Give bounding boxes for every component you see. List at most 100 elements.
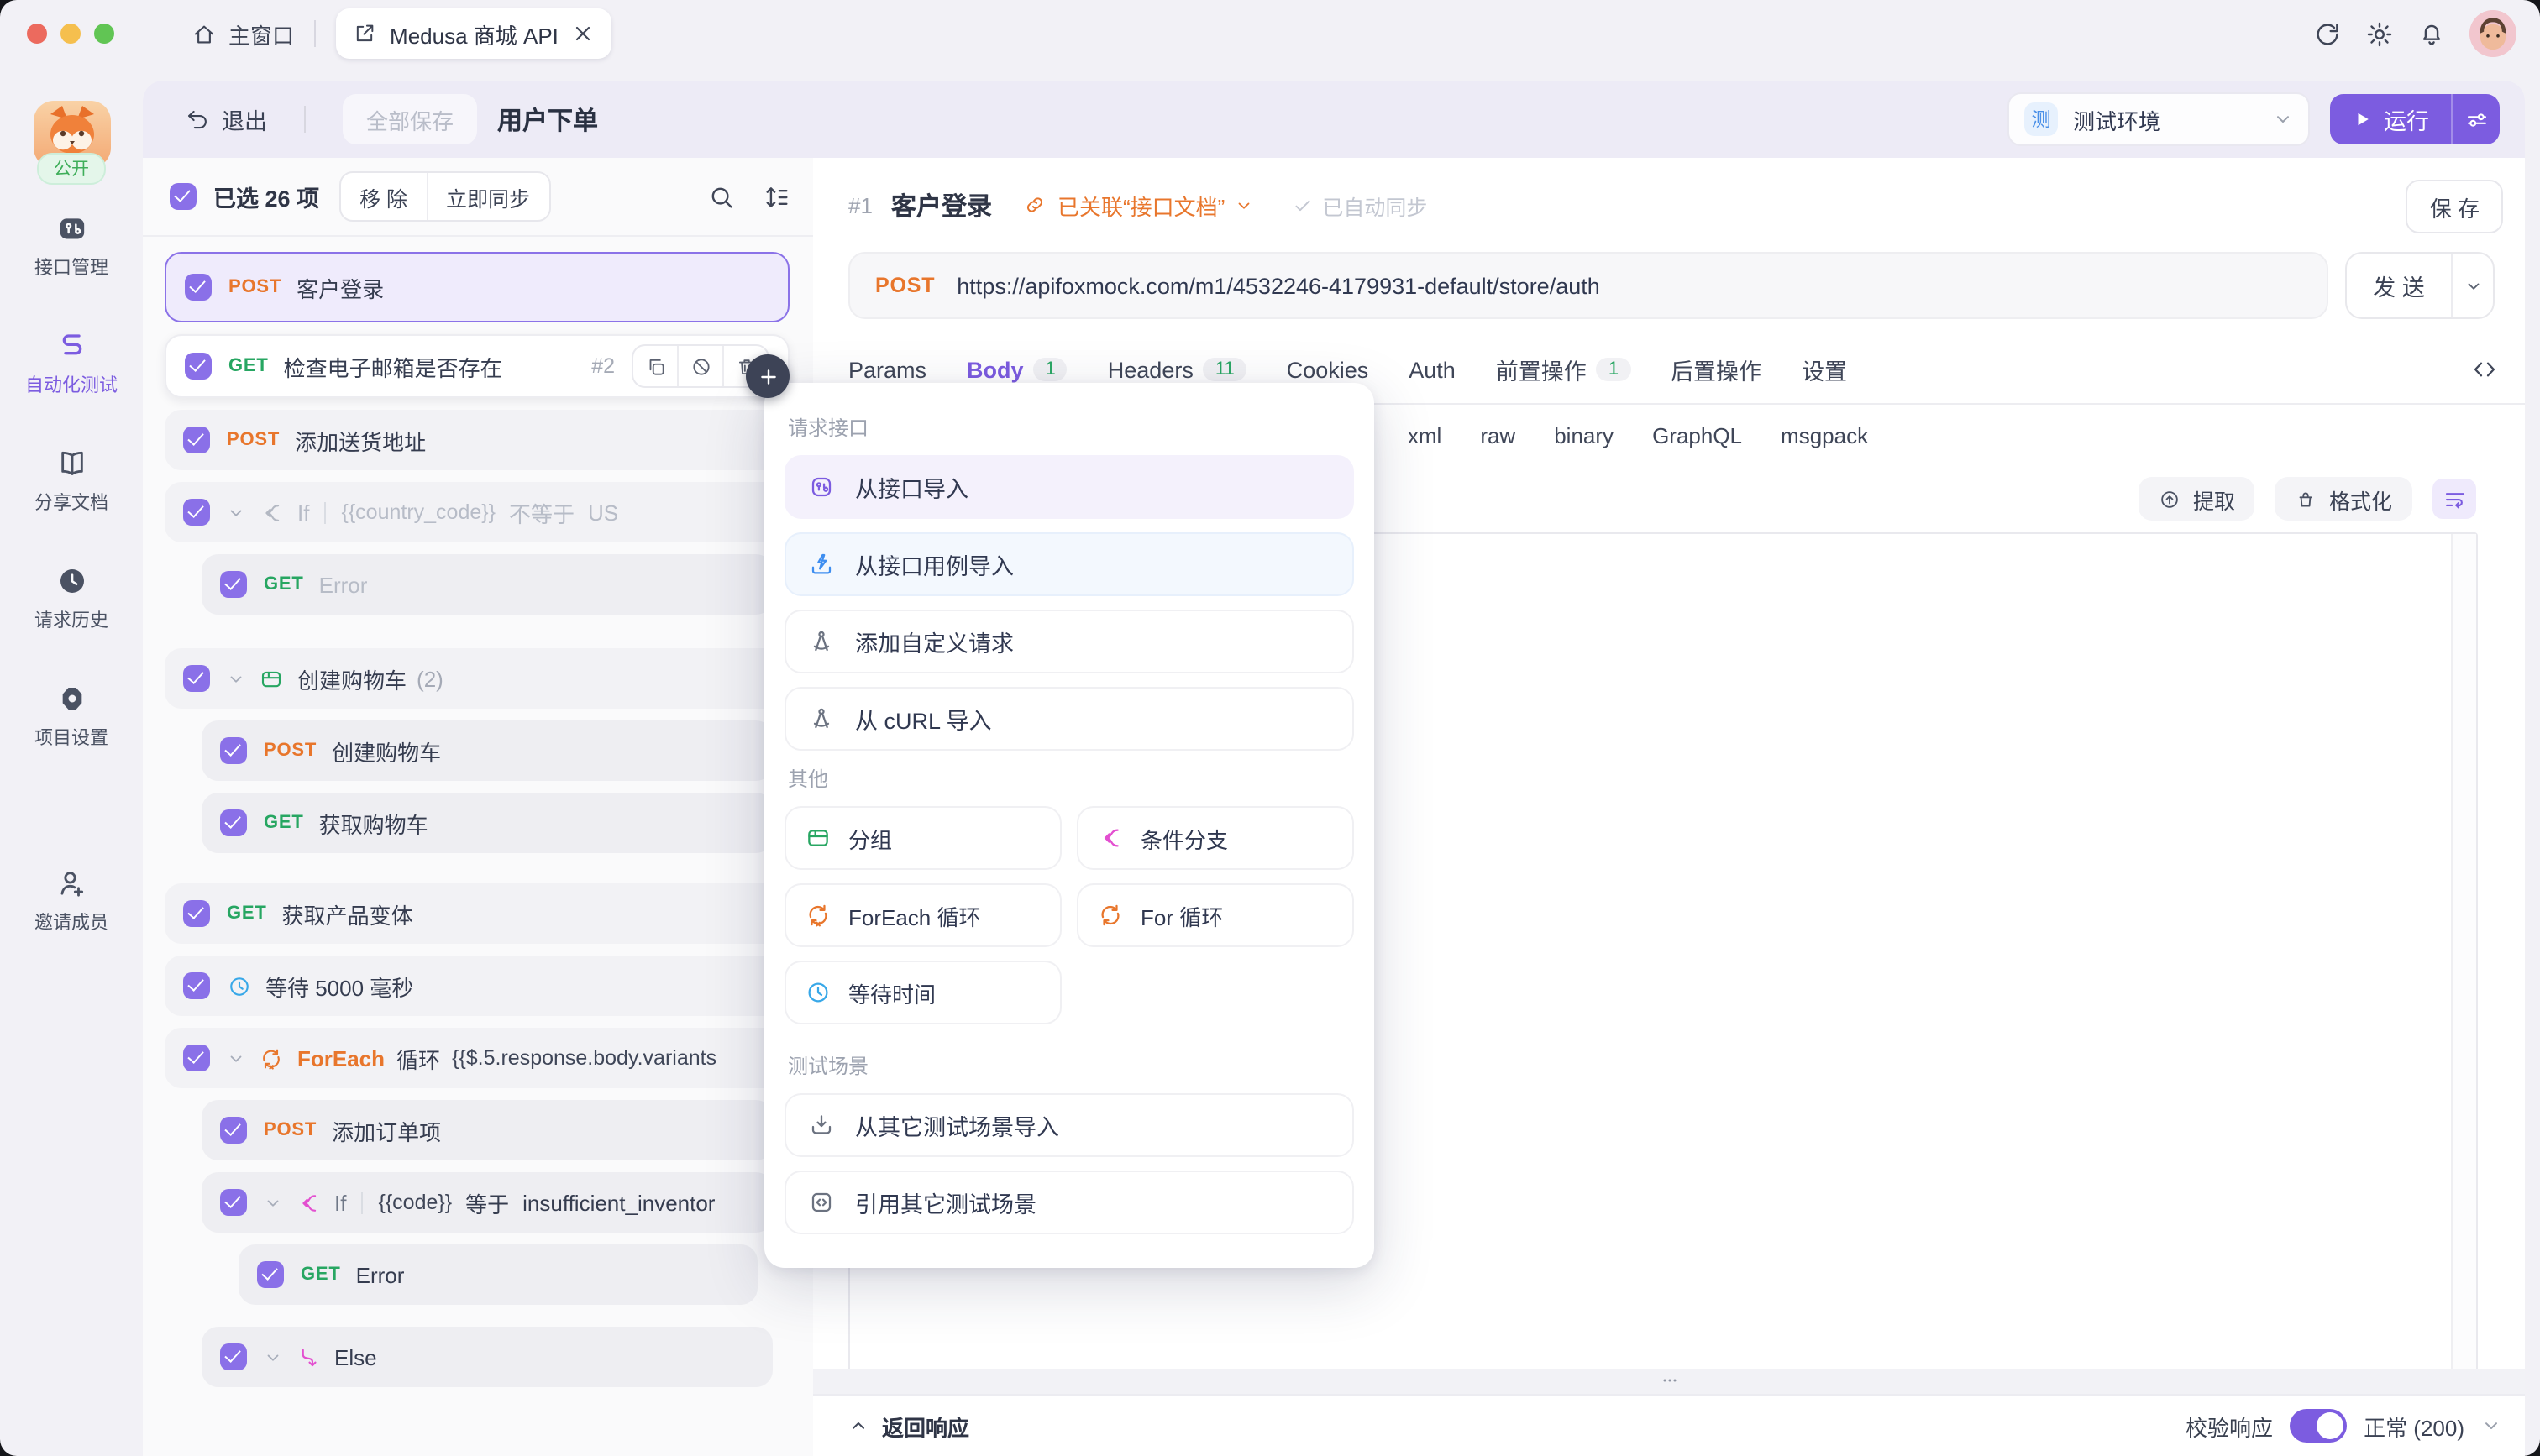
project-tab[interactable]: Medusa 商城 API [336, 8, 612, 59]
resize-handle-icon[interactable] [1656, 1370, 1682, 1391]
format-button[interactable]: 格式化 [2275, 477, 2412, 521]
step-checkbox[interactable] [185, 353, 212, 380]
select-all-checkbox[interactable] [170, 183, 197, 210]
step-checkbox[interactable] [220, 571, 247, 598]
step-checkbox[interactable] [257, 1261, 284, 1288]
step-checkbox[interactable] [183, 499, 210, 526]
menu-item-label: 引用其它测试场景 [855, 1186, 1036, 1219]
step-row[interactable]: GETError [202, 554, 773, 615]
sidebar-item-api-hub[interactable]: 接口管理 [34, 212, 108, 280]
step-row[interactable]: 等待 5000 毫秒 [165, 956, 790, 1016]
step-row[interactable]: Else [202, 1327, 773, 1387]
step-row[interactable]: POST客户登录 [165, 252, 790, 322]
step-checkbox[interactable] [183, 665, 210, 692]
step-row[interactable]: POST创建购物车 [202, 720, 773, 781]
menu-item[interactable]: 等待时间 [785, 961, 1062, 1024]
search-icon[interactable] [707, 182, 736, 211]
save-label: 保 存 [2430, 191, 2480, 223]
tab-cookies[interactable]: Cookies [1287, 357, 1369, 382]
menu-item[interactable]: 从接口用例导入 [785, 532, 1354, 596]
sync-now-button[interactable]: 立即同步 [426, 173, 548, 220]
step-row[interactable]: GETError [239, 1244, 758, 1305]
step-checkbox[interactable] [220, 1189, 247, 1216]
step-checkbox[interactable] [183, 1045, 210, 1071]
url-input[interactable]: POST https://apifoxmock.com/m1/4532246-4… [848, 252, 2328, 319]
body-type-raw[interactable]: raw [1480, 422, 1515, 448]
menu-item[interactable]: 引用其它测试场景 [785, 1171, 1354, 1234]
step-method: GET [301, 1265, 341, 1285]
sidebar-item-auto-test[interactable]: 自动化测试 [25, 329, 118, 398]
maximize-window-button[interactable] [94, 24, 114, 44]
bell-icon[interactable] [2417, 19, 2446, 48]
menu-item[interactable]: 分组 [785, 806, 1062, 870]
extract-button[interactable]: 提取 [2139, 477, 2255, 521]
menu-item-label: 等待时间 [848, 977, 936, 1008]
send-button[interactable]: 发 送 [2345, 252, 2495, 319]
step-checkbox[interactable] [183, 972, 210, 999]
step-checkbox[interactable] [220, 737, 247, 764]
step-row[interactable]: GET检查电子邮箱是否存在#2 [165, 334, 790, 398]
editor-scrollbar[interactable] [2451, 534, 2476, 1370]
linked-doc-dropdown[interactable]: 已关联“接口文档” [1024, 189, 1253, 221]
step-checkbox[interactable] [220, 1343, 247, 1370]
sync-icon[interactable] [2313, 19, 2342, 48]
menu-item[interactable]: 从 cURL 导入 [785, 687, 1354, 751]
step-row[interactable]: If{{country_code}}不等于US [165, 482, 790, 542]
menu-item[interactable]: For 循环 [1077, 883, 1354, 947]
tab-body[interactable]: Body1 [967, 357, 1068, 382]
body-type-xml[interactable]: xml [1408, 422, 1441, 448]
tab-设置[interactable]: 设置 [1802, 353, 1847, 386]
environment-select[interactable]: 测 测试环境 [2007, 92, 2310, 146]
step-row[interactable]: GET获取购物车 [202, 793, 773, 853]
step-row[interactable]: POST添加送货地址 [165, 410, 790, 470]
menu-item[interactable]: 添加自定义请求 [785, 610, 1354, 673]
run-button[interactable]: 运行 [2330, 94, 2500, 144]
close-window-button[interactable] [27, 24, 47, 44]
response-collapse[interactable]: 返回响应 [848, 1410, 969, 1442]
add-step-button[interactable] [746, 354, 790, 398]
body-type-graphql[interactable]: GraphQL [1652, 422, 1742, 448]
sidebar-item-invite-member[interactable]: 邀请成员 [34, 867, 108, 935]
save-button[interactable]: 保 存 [2406, 180, 2503, 233]
tab-后置操作[interactable]: 后置操作 [1671, 353, 1761, 386]
menu-item[interactable]: 从接口导入 [785, 455, 1354, 519]
save-all-button[interactable]: 全部保存 [343, 94, 477, 144]
step-row[interactable]: If{{code}}等于insufficient_inventor [202, 1172, 773, 1233]
close-tab-icon[interactable] [572, 22, 596, 45]
ban-button[interactable] [677, 346, 722, 386]
tab-auth[interactable]: Auth [1409, 357, 1456, 382]
validate-toggle[interactable] [2290, 1409, 2347, 1443]
tab-headers[interactable]: Headers11 [1108, 357, 1246, 382]
body-type-binary[interactable]: binary [1554, 422, 1614, 448]
step-checkbox[interactable] [220, 809, 247, 836]
step-checkbox[interactable] [220, 1117, 247, 1144]
menu-item[interactable]: 从其它测试场景导入 [785, 1093, 1354, 1157]
run-settings-button[interactable] [2453, 107, 2500, 132]
menu-item[interactable]: ForEach 循环 [785, 883, 1062, 947]
minimize-window-button[interactable] [60, 24, 81, 44]
body-type-msgpack[interactable]: msgpack [1781, 422, 1868, 448]
tab-前置操作[interactable]: 前置操作1 [1496, 353, 1630, 386]
wrap-toggle-button[interactable] [2432, 479, 2476, 519]
menu-item[interactable]: 条件分支 [1077, 806, 1354, 870]
sidebar-item-request-history[interactable]: 请求历史 [34, 564, 108, 633]
home-tab[interactable]: 主窗口 [192, 18, 294, 50]
tab-params[interactable]: Params [848, 357, 926, 382]
step-row[interactable]: 创建购物车(2) [165, 648, 790, 709]
code-icon[interactable] [2471, 356, 2498, 383]
step-checkbox[interactable] [185, 274, 212, 301]
step-row[interactable]: GET获取产品变体 [165, 883, 790, 944]
step-checkbox[interactable] [183, 427, 210, 453]
sidebar-item-project-settings[interactable]: 项目设置 [34, 682, 108, 751]
step-row[interactable]: POST添加订单项 [202, 1100, 773, 1160]
step-checkbox[interactable] [183, 900, 210, 927]
avatar[interactable] [2469, 10, 2516, 57]
remove-button[interactable]: 移 除 [341, 173, 426, 220]
exit-button[interactable]: 退出 [185, 102, 267, 136]
gear-icon[interactable] [2365, 19, 2394, 48]
sidebar-item-share-docs[interactable]: 分享文档 [34, 447, 108, 516]
sort-icon[interactable] [763, 182, 791, 211]
api-icon [808, 474, 835, 500]
step-row[interactable]: ForEach循环{{$.5.response.body.variants [165, 1028, 790, 1088]
copy-button[interactable] [633, 346, 677, 386]
